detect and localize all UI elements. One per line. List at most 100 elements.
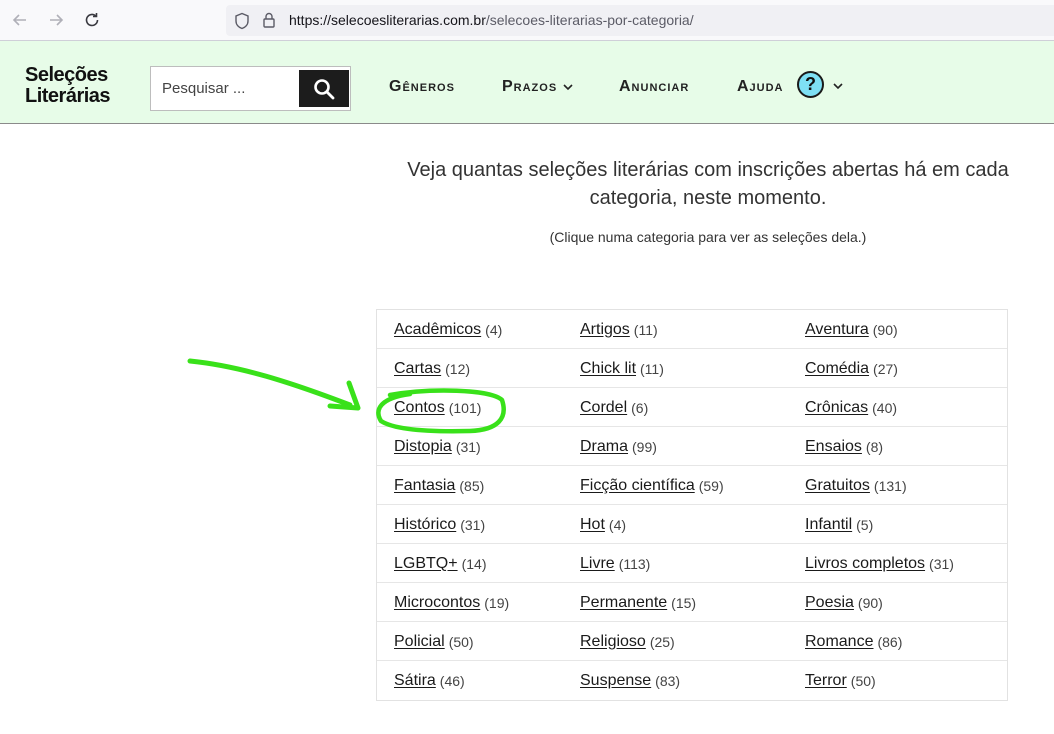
annotation-arrow-icon xyxy=(187,358,353,408)
category-link[interactable]: Artigos xyxy=(580,321,630,339)
search-input[interactable] xyxy=(151,67,291,110)
category-link[interactable]: Comédia xyxy=(805,360,869,378)
category-link[interactable]: Histórico xyxy=(394,516,456,534)
category-link[interactable]: Chick lit xyxy=(580,360,636,378)
intro-text: Veja quantas seleções literárias com ins… xyxy=(376,156,1040,212)
category-link[interactable]: Livros completos xyxy=(805,555,925,573)
nav-generos[interactable]: Gêneros xyxy=(389,78,455,96)
category-count: (40) xyxy=(872,399,898,416)
category-count: (4) xyxy=(608,516,627,533)
browser-toolbar: https://selecoesliterarias.com.br/seleco… xyxy=(0,0,1054,41)
category-count: (19) xyxy=(484,594,510,611)
help-question-icon[interactable]: ? xyxy=(797,71,824,98)
category-link[interactable]: Sátira xyxy=(394,672,436,690)
category-link[interactable]: Suspense xyxy=(580,672,651,690)
category-cell: Suspense (83) xyxy=(563,661,789,700)
category-cell: Aventura (90) xyxy=(789,310,1005,349)
category-count: (85) xyxy=(459,477,485,494)
table-row: Acadêmicos (4) Artigos (11) Aventura (90) xyxy=(377,310,1007,349)
nav-anunciar-label: Anunciar xyxy=(619,78,690,95)
lock-icon xyxy=(263,12,275,28)
category-link[interactable]: Ensaios xyxy=(805,438,862,456)
category-cell: Poesia (90) xyxy=(789,583,1005,622)
category-link[interactable]: Gratuitos xyxy=(805,477,870,495)
category-link[interactable]: Fantasia xyxy=(394,477,455,495)
category-link[interactable]: Religioso xyxy=(580,633,646,651)
category-cell: Religioso (25) xyxy=(563,622,789,661)
category-count: (113) xyxy=(618,555,651,572)
category-count: (83) xyxy=(655,672,681,689)
category-cell: Ficção científica (59) xyxy=(563,466,789,505)
annotation-arrowhead-icon xyxy=(327,380,361,411)
category-link[interactable]: Distopia xyxy=(394,438,452,456)
category-link[interactable]: Acadêmicos xyxy=(394,321,481,339)
reload-button[interactable] xyxy=(80,8,104,32)
category-count: (50) xyxy=(448,633,474,650)
intro-line-1: Veja quantas seleções literárias com ins… xyxy=(407,159,1009,181)
table-row: Histórico (31) Hot (4) Infantil (5) xyxy=(377,505,1007,544)
category-count: (11) xyxy=(633,321,658,338)
reload-icon xyxy=(85,13,99,27)
category-count: (11) xyxy=(640,360,664,377)
category-link[interactable]: Crônicas xyxy=(805,399,868,417)
arrow-left-icon xyxy=(12,14,26,26)
category-cell: Sátira (46) xyxy=(377,661,563,700)
category-link[interactable]: LGBTQ+ xyxy=(394,555,458,573)
category-count: (31) xyxy=(455,438,481,455)
category-cell: Gratuitos (131) xyxy=(789,466,1005,505)
category-link[interactable]: Romance xyxy=(805,633,873,651)
category-link[interactable]: Permanente xyxy=(580,594,667,612)
category-link[interactable]: Terror xyxy=(805,672,847,690)
nav-generos-label: Gêneros xyxy=(389,78,455,95)
category-count: (50) xyxy=(850,672,876,689)
category-count: (25) xyxy=(649,633,675,650)
category-link[interactable]: Poesia xyxy=(805,594,854,612)
category-count: (59) xyxy=(698,477,724,494)
category-cell: Infantil (5) xyxy=(789,505,1005,544)
category-cell: Comédia (27) xyxy=(789,349,1005,388)
category-cell: Cartas (12) xyxy=(377,349,563,388)
category-cell: Permanente (15) xyxy=(563,583,789,622)
category-cell: Crônicas (40) xyxy=(789,388,1005,427)
category-link[interactable]: Microcontos xyxy=(394,594,480,612)
category-count: (5) xyxy=(856,516,874,533)
table-row: Cartas (12) Chick lit (11) Comédia (27) xyxy=(377,349,1007,388)
category-table: Acadêmicos (4) Artigos (11) Aventura (90) Cart… xyxy=(376,309,1008,701)
category-link[interactable]: Hot xyxy=(580,516,605,534)
category-cell: Microcontos (19) xyxy=(377,583,563,622)
category-count: (86) xyxy=(877,633,903,650)
category-cell: Livre (113) xyxy=(563,544,789,583)
nav-prazos-label: Prazos xyxy=(502,78,558,95)
search-icon xyxy=(314,78,335,99)
chevron-down-icon xyxy=(563,83,573,90)
category-link[interactable]: Policial xyxy=(394,633,445,651)
nav-prazos[interactable]: Prazos xyxy=(502,78,573,96)
category-link[interactable]: Ficção científica xyxy=(580,477,695,495)
category-count: (27) xyxy=(873,360,898,377)
category-link[interactable]: Cartas xyxy=(394,360,441,378)
category-count: (31) xyxy=(460,516,486,533)
chevron-down-icon[interactable] xyxy=(833,83,843,90)
category-link[interactable]: Contos xyxy=(394,399,445,417)
category-link[interactable]: Drama xyxy=(580,438,628,456)
category-cell: Romance (86) xyxy=(789,622,1005,661)
category-link[interactable]: Infantil xyxy=(805,516,852,534)
address-bar[interactable]: https://selecoesliterarias.com.br/seleco… xyxy=(226,5,1054,36)
url-path: /selecoes-literarias-por-categoria/ xyxy=(485,12,694,28)
forward-button[interactable] xyxy=(44,8,68,32)
category-count: (99) xyxy=(632,438,657,455)
category-count: (15) xyxy=(671,594,697,611)
category-link[interactable]: Cordel xyxy=(580,399,627,417)
nav-ajuda[interactable]: Ajuda xyxy=(737,78,784,96)
category-link[interactable]: Livre xyxy=(580,555,615,573)
nav-anunciar[interactable]: Anunciar xyxy=(619,78,689,96)
category-cell: Cordel (6) xyxy=(563,388,789,427)
category-cell: Distopia (31) xyxy=(377,427,563,466)
table-row: Microcontos (19) Permanente (15) Poesia (90) xyxy=(377,583,1007,622)
back-button[interactable] xyxy=(8,8,32,32)
table-row: Distopia (31) Drama (99) Ensaios (8) xyxy=(377,427,1007,466)
search-button[interactable] xyxy=(299,70,349,107)
category-link[interactable]: Aventura xyxy=(805,321,869,339)
site-logo[interactable]: Seleções Literárias xyxy=(25,65,111,107)
category-cell: Acadêmicos (4) xyxy=(377,310,563,349)
